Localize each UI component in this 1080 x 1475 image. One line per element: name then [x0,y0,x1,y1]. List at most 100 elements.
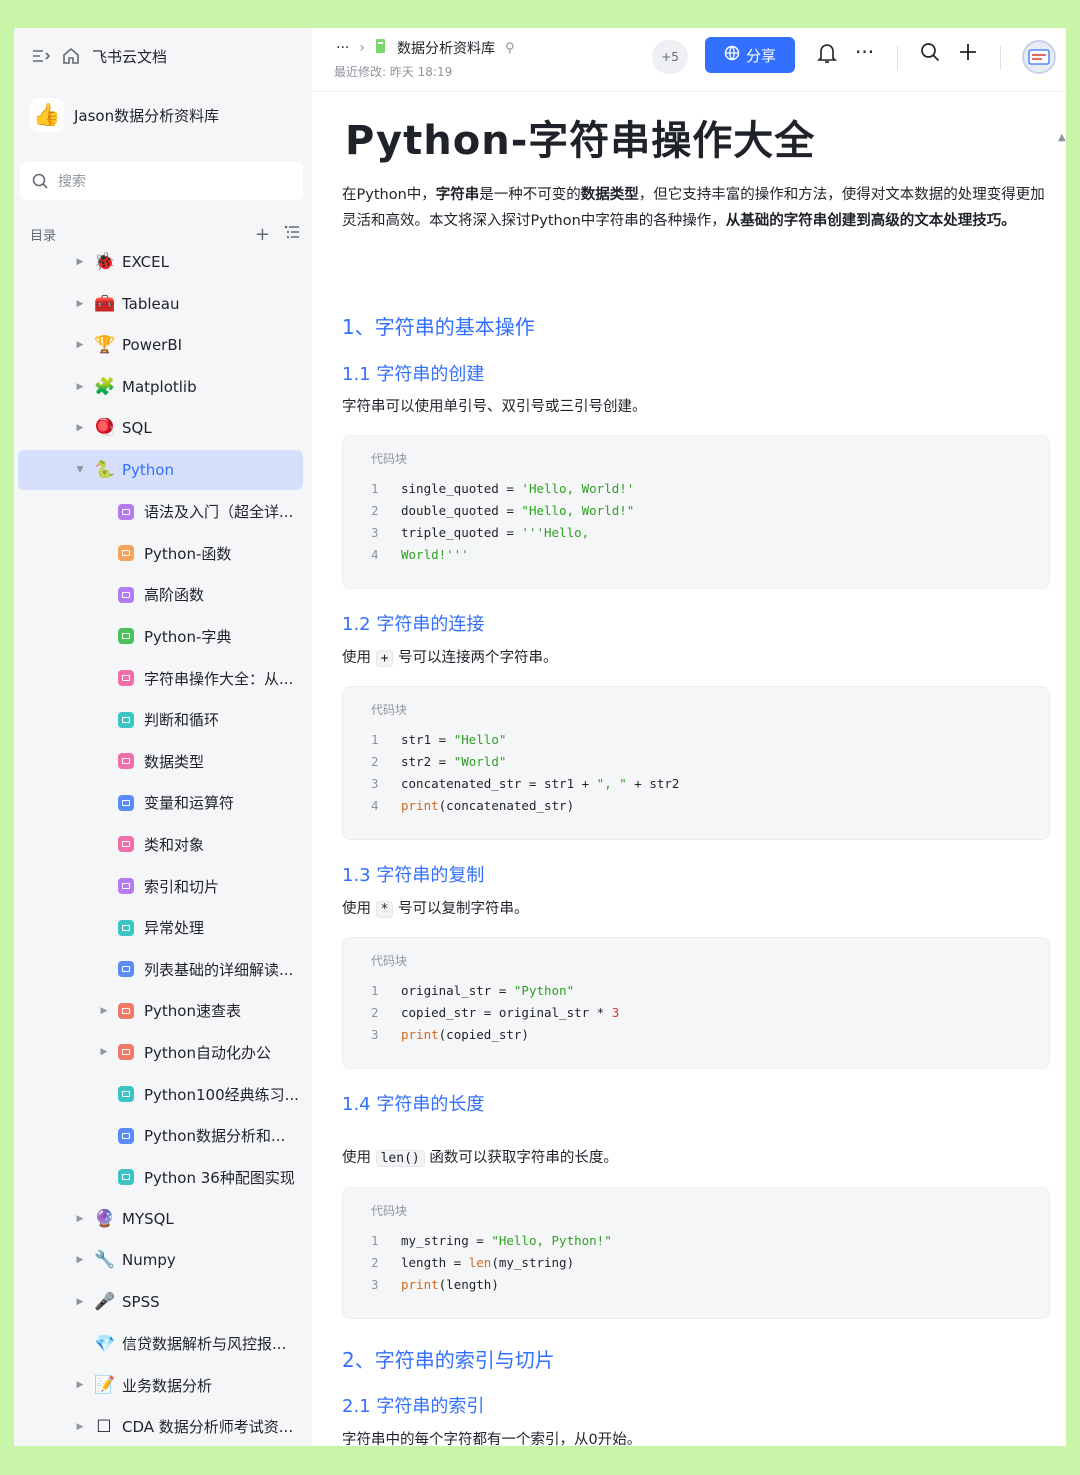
app-name[interactable]: 飞书云文档 [92,46,167,67]
caret-right-icon[interactable]: ▶ [74,1297,86,1307]
search-icon[interactable] [920,42,940,67]
breadcrumb-current[interactable]: 数据分析资料库 [397,38,495,58]
code-token: (concatenated_str) [438,798,575,813]
line-number: 2 [371,1255,379,1270]
sidebar-item[interactable]: 变量和运算符 [18,783,303,823]
app-window: 飞书云文档 👍 Jason数据分析资料库 搜索 目录 + ▶ 🐞 EXCEL ▶ 🧰 Ta… [14,28,1066,1446]
doc-icon [118,545,134,562]
sidebar-item[interactable]: ▶ 🪀 SQL [18,408,303,448]
sidebar-item[interactable]: 列表基础的详细解读... [18,949,303,989]
sidebar-item-label: 变量和运算符 [144,794,235,813]
sidebar-item[interactable]: ▼ 🐍 Python [18,450,303,490]
sidebar-item[interactable]: ▶ 🐞 EXCEL [18,242,303,282]
sidebar-item[interactable]: ▶ 🎤 SPSS [18,1282,303,1322]
doc-icon [118,794,134,811]
sidebar-item[interactable]: 类和对象 [18,824,303,864]
sidebar-item[interactable]: Python-函数 [18,533,303,573]
sidebar-item[interactable]: ▶ ☐ CDA 数据分析师考试资... [18,1407,303,1446]
sidebar-item-label: SQL [122,419,152,438]
sidebar-item[interactable]: ▶ Python速查表 [18,991,303,1031]
collaborators-more[interactable]: +5 [652,40,688,74]
code-token: World!''' [401,547,469,562]
caret-right-icon[interactable]: ▶ [74,1214,86,1224]
sidebar-item-label: 判断和循环 [144,711,220,730]
plus-icon[interactable] [958,42,978,67]
more-options-icon[interactable]: ··· [855,40,874,64]
code-token: (length) [438,1277,499,1292]
caret-right-icon[interactable]: ▶ [98,1006,110,1016]
caret-right-icon[interactable]: ▶ [74,423,86,433]
collapse-sidebar-icon[interactable] [32,48,50,64]
more-breadcrumb-icon[interactable]: ··· [336,40,349,56]
avatar[interactable] [1022,40,1056,74]
sidebar-item[interactable]: Python 36种配图实现 [18,1157,303,1197]
sidebar-item[interactable]: 字符串操作大全：从... [18,658,303,698]
sidebar-item-label: Tableau [122,294,180,313]
sidebar-item-label: Python-字典 [144,627,232,646]
sidebar-item[interactable]: 数据类型 [18,741,303,781]
home-icon[interactable] [62,47,80,65]
sidebar-item[interactable]: Python数据分析和... [18,1116,303,1156]
code-block-label: 代码块 [371,954,408,968]
caret-right-icon[interactable]: ▶ [74,257,86,267]
scroll-up-icon[interactable]: ▲ [1058,132,1066,146]
caret-right-icon[interactable]: ▶ [74,1422,86,1432]
share-button[interactable]: 分享 [705,37,795,73]
code-token: "Hello, Python!" [491,1233,612,1248]
sidebar-item[interactable]: 异常处理 [18,908,303,948]
sidebar-item[interactable]: ▶ 🧰 Tableau [18,284,303,324]
heading-1-1: 1.1 字符串的创建 [342,364,485,385]
code-block[interactable]: 代码块 1 my_string = "Hello, Python!" 2 length… [342,1187,1050,1319]
sidebar-item[interactable]: ▶ 🔮 MYSQL [18,1199,303,1239]
sidebar-item[interactable]: ▶ 📝 业务数据分析 [18,1365,303,1405]
code-lines: 1 single_quoted = 'Hello, World!' 2 double_… [371,478,634,566]
sidebar-item[interactable]: ▶ Python自动化办公 [18,1032,303,1072]
code-block-label: 代码块 [371,452,408,466]
code-lines: 1 str1 = "Hello" 2 str2 = "World" 3 concatena… [371,729,679,817]
item-icon: 🔧 [94,1250,116,1271]
caret-right-icon[interactable]: ▶ [74,382,86,392]
code-token: str1 = [401,732,454,747]
heading-1-2: 1.2 字符串的连接 [342,614,485,635]
caret-right-icon[interactable]: ▶ [74,1380,86,1390]
sidebar-item[interactable]: ▶ 🔧 Numpy [18,1240,303,1280]
bell-icon[interactable] [817,42,837,69]
code-token: (copied_str) [438,1027,529,1042]
inline-code: * [375,901,394,918]
caret-down-icon[interactable]: ▼ [74,465,86,475]
line-number: 1 [371,732,379,747]
code-token: + str2 [626,776,680,791]
code-block[interactable]: 代码块 1 str1 = "Hello" 2 str2 = "World" 3 conca… [342,686,1050,840]
code-line: 3 print(length) [371,1274,612,1296]
paragraph-1-3: 使用 * 号可以复制字符串。 [342,901,529,918]
code-token: triple_quoted = [401,525,522,540]
sidebar-item[interactable]: 语法及入门（超全详... [18,492,303,532]
sidebar-item-label: Matplotlib [122,377,197,396]
code-token: 'Hello, World!' [521,481,635,496]
sidebar-item[interactable]: 高阶函数 [18,575,303,615]
line-number: 3 [371,525,379,540]
caret-right-icon[interactable]: ▶ [74,340,86,350]
sidebar-item[interactable]: ▶ 🏆 PowerBI [18,325,303,365]
library-header[interactable]: 👍 Jason数据分析资料库 [30,98,219,132]
code-line: 2 str2 = "World" [371,751,679,773]
sidebar-item[interactable]: Python-字典 [18,616,303,656]
caret-right-icon[interactable]: ▶ [74,1255,86,1265]
sidebar-item[interactable]: Python100经典练习... [18,1074,303,1114]
item-icon: 🧰 [94,293,116,314]
doc-icon [118,586,134,603]
sidebar-item[interactable]: 索引和切片 [18,866,303,906]
caret-right-icon[interactable]: ▶ [98,1047,110,1057]
caret-right-icon[interactable]: ▶ [74,299,86,309]
sidebar-item[interactable]: 判断和循环 [18,700,303,740]
sidebar-item-label: MYSQL [122,1209,174,1228]
pin-icon[interactable]: ⚲ [505,41,515,56]
code-block[interactable]: 代码块 1 original_str = "Python" 2 copied_str … [342,937,1050,1069]
line-number: 1 [371,1233,379,1248]
code-block[interactable]: 代码块 1 single_quoted = 'Hello, World!' 2 dou… [342,435,1050,589]
sidebar-item[interactable]: 💎 信贷数据解析与风控报... [18,1324,303,1364]
search-input[interactable]: 搜索 [20,162,303,200]
sidebar-item-label: Numpy [122,1251,176,1270]
sidebar-item[interactable]: ▶ 🧩 Matplotlib [18,367,303,407]
heading-1: 1、字符串的基本操作 [342,315,535,339]
